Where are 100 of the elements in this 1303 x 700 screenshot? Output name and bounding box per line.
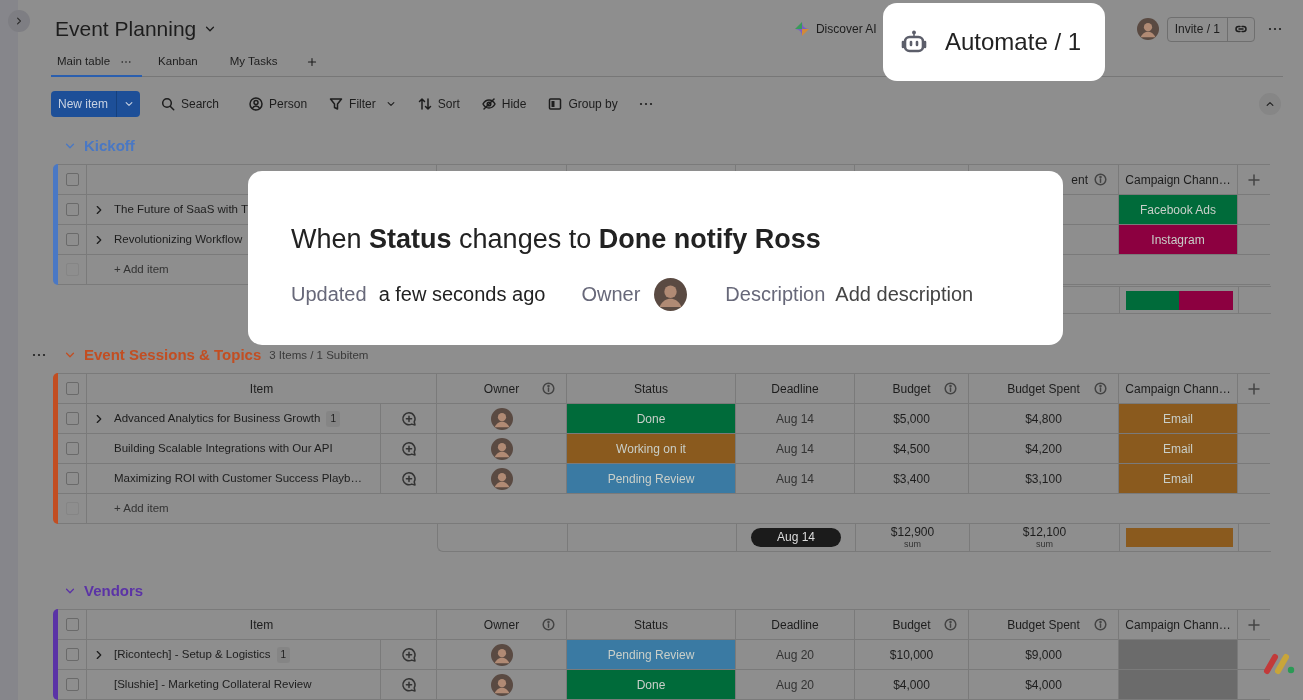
avatar (490, 643, 513, 666)
automation-rule-text[interactable]: When Status changes to Done notify Ross (291, 219, 1063, 260)
checkbox[interactable] (65, 442, 79, 455)
updated-label: Updated (291, 282, 367, 307)
checkbox[interactable] (65, 203, 79, 216)
view-tab[interactable]: Kanban (142, 48, 214, 76)
add-item-button[interactable]: + Add item (87, 260, 169, 279)
info-icon[interactable] (944, 382, 957, 395)
status-label[interactable]: Pending Review (567, 640, 735, 669)
checkbox[interactable] (65, 618, 79, 631)
column-header: Status (634, 616, 668, 634)
checkbox[interactable] (65, 412, 79, 425)
checkbox[interactable] (65, 233, 79, 246)
checkbox[interactable] (65, 382, 79, 395)
add-view-icon[interactable] (307, 57, 318, 67)
checkbox[interactable] (65, 173, 79, 186)
chevron-up-icon (1265, 99, 1275, 109)
person-button[interactable]: Person (249, 95, 308, 113)
add-description-button[interactable]: Add description (835, 279, 974, 309)
channel-label[interactable]: Facebook Ads (1119, 195, 1237, 224)
column-header: Campaign Chann… (1125, 380, 1231, 398)
search-icon (161, 97, 175, 111)
chevron-down-icon (123, 99, 134, 109)
avatar (490, 467, 513, 490)
chat-plus-icon[interactable] (400, 440, 417, 457)
column-header: Budget Spent (1007, 616, 1080, 634)
person-icon (249, 97, 264, 111)
table-cell-text: $3,100 (1025, 470, 1062, 488)
item-name[interactable]: [Ricontech] - Setup & Logistics (114, 645, 271, 664)
item-name[interactable]: Building Scalable Integrations with Our API (114, 439, 333, 458)
checkbox[interactable] (65, 472, 79, 485)
group-title[interactable]: Vendors (84, 579, 144, 603)
item-name[interactable]: Revolutionizing Workflow (114, 230, 243, 249)
info-icon[interactable] (542, 618, 555, 631)
chat-plus-icon[interactable] (400, 410, 417, 427)
updated-value: a few seconds ago (378, 282, 546, 307)
subitem-count: 1 (326, 410, 341, 427)
chat-plus-icon[interactable] (400, 676, 417, 693)
table-cell-text: $3,400 (893, 470, 930, 488)
layout-icon (548, 97, 563, 111)
table-cell-text: $4,000 (1025, 676, 1062, 694)
sum-label: sum (904, 538, 921, 550)
collapse-button[interactable] (1259, 93, 1281, 115)
view-tab[interactable]: Main table (51, 48, 143, 77)
channel-label[interactable]: Email (1119, 404, 1237, 433)
item-name[interactable]: Maximizing ROI with Customer Success Playb… (114, 469, 362, 488)
sort-button[interactable]: Sort (417, 95, 460, 113)
deadline-summary: Aug 14 (751, 528, 841, 547)
view-tab[interactable]: My Tasks (213, 48, 294, 76)
sparkle-icon (794, 22, 809, 36)
eye-slash-icon (481, 97, 496, 111)
status-label[interactable]: Working on it (567, 434, 735, 463)
sum-label: sum (1036, 538, 1053, 550)
checkbox[interactable] (65, 678, 79, 691)
chevron-down-icon (385, 99, 396, 109)
status-label[interactable]: Pending Review (567, 464, 735, 493)
add-column-icon[interactable] (1247, 381, 1261, 396)
avatar (654, 277, 688, 311)
sidebar-toggle-button[interactable] (8, 10, 30, 32)
robot-icon (899, 29, 929, 55)
table-cell-text: Aug 14 (775, 440, 814, 458)
column-header: Deadline (771, 616, 819, 634)
chat-plus-icon[interactable] (400, 646, 417, 663)
info-icon[interactable] (1094, 173, 1107, 186)
info-icon[interactable] (1094, 382, 1107, 395)
sum-value: $12,100 (1022, 525, 1067, 538)
table-cell-text: Aug 20 (775, 676, 814, 694)
status-label[interactable]: Done (567, 670, 735, 699)
add-column-icon[interactable] (1247, 617, 1261, 632)
status-label[interactable]: Done (567, 404, 735, 433)
info-icon[interactable] (944, 618, 957, 631)
add-column-icon[interactable] (1247, 172, 1261, 187)
checkbox[interactable] (65, 648, 79, 661)
channel-label[interactable]: Email (1119, 434, 1237, 463)
channel-label[interactable]: Email (1119, 464, 1237, 493)
discover-ai-button[interactable]: Discover AI (794, 20, 877, 38)
item-name[interactable]: [Slushie] - Marketing Collateral Review (114, 675, 312, 694)
add-item-button[interactable]: + Add item (87, 499, 169, 518)
description-label: Description (725, 282, 826, 307)
item-name[interactable]: Advanced Analytics for Business Growth (114, 409, 321, 428)
group-button[interactable]: Group by (548, 95, 618, 113)
column-header: ent (1071, 171, 1088, 189)
avatar (1136, 18, 1159, 40)
column-header: Owner (483, 616, 520, 634)
item-name[interactable]: The Future of SaaS with T (114, 200, 249, 219)
info-icon[interactable] (542, 382, 555, 395)
filter-button[interactable]: Filter (329, 95, 396, 113)
chevron-right-icon (14, 16, 24, 26)
chat-plus-icon[interactable] (400, 470, 417, 487)
sort-icon (417, 97, 432, 111)
column-header: Budget Spent (1007, 380, 1080, 398)
search-button[interactable]: Search (161, 95, 220, 113)
info-icon[interactable] (1094, 618, 1107, 631)
column-header: Owner (483, 380, 520, 398)
channel-label[interactable]: Instagram (1119, 225, 1237, 254)
hide-button[interactable]: Hide (481, 95, 527, 113)
table-cell-text: $4,500 (893, 440, 930, 458)
automate-button[interactable]: Automate / 1 (883, 3, 1105, 81)
sum-value: $12,900 (890, 525, 935, 538)
board-title[interactable]: Event Planning (51, 13, 217, 45)
